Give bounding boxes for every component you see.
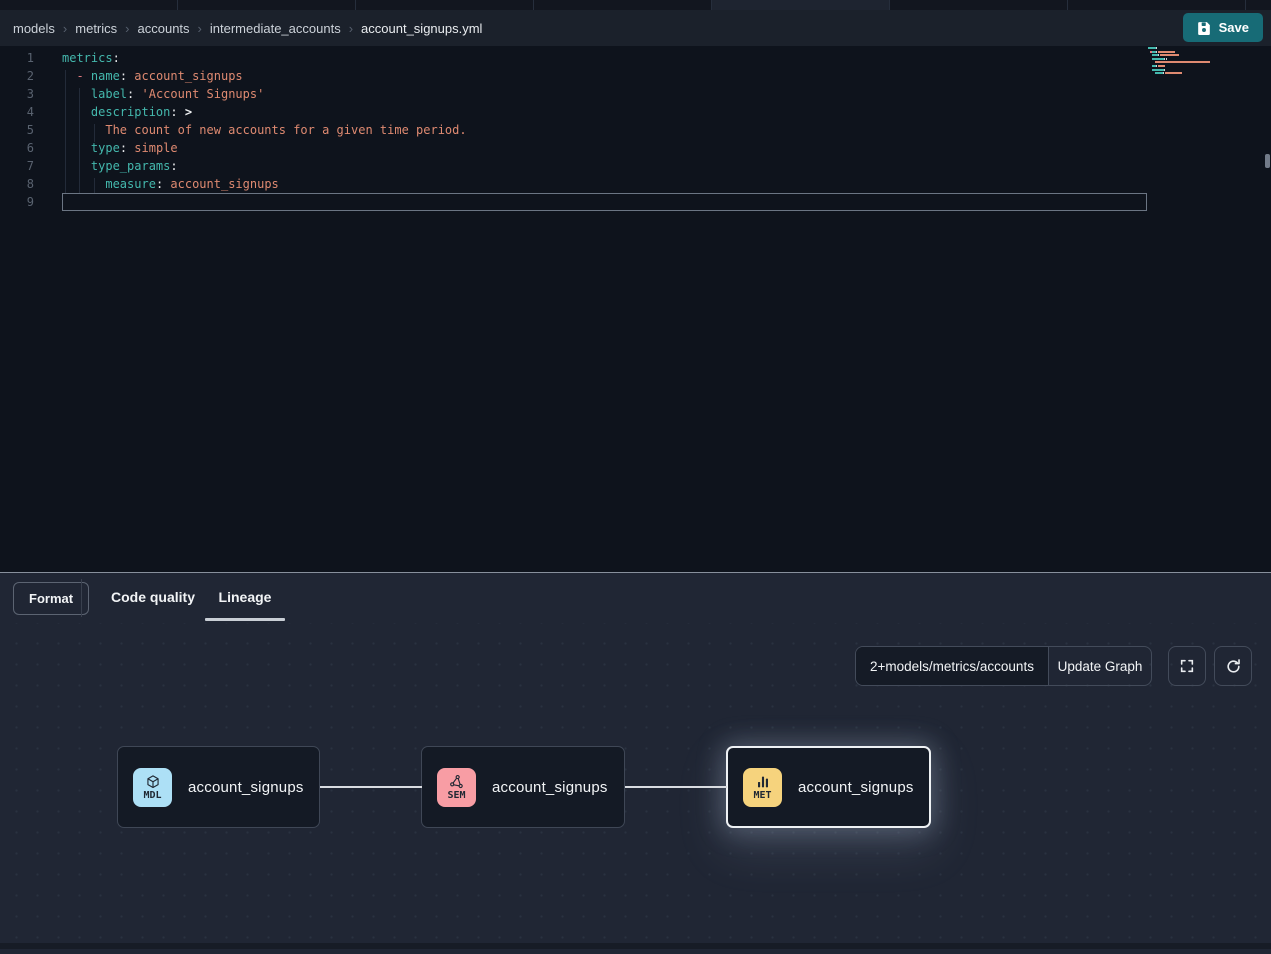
fullscreen-icon	[1179, 658, 1195, 674]
breadcrumb-item-file[interactable]: account_signups.yml	[361, 21, 482, 36]
top-tab-segment[interactable]	[712, 0, 890, 10]
lineage-edge	[320, 786, 422, 788]
top-tab-segment[interactable]	[890, 0, 1068, 10]
code-line-content	[34, 193, 62, 211]
top-tab-segment[interactable]	[1068, 0, 1246, 10]
save-button[interactable]: Save	[1183, 13, 1263, 42]
node-label: account_signups	[188, 779, 304, 796]
top-tab-segment[interactable]	[0, 0, 178, 10]
scrollbar-thumb[interactable]	[1265, 154, 1270, 168]
code-lines[interactable]: 1metrics:2 - name: account_signups3 labe…	[0, 49, 1271, 211]
code-line[interactable]: 3 label: 'Account Signups'	[0, 85, 1271, 103]
code-line-content: The count of new accounts for a given ti…	[34, 121, 467, 139]
code-line[interactable]: 5 The count of new accounts for a given …	[0, 121, 1271, 139]
node-label: account_signups	[492, 779, 608, 796]
node-type-tile: MDL	[133, 768, 172, 807]
breadcrumb: models › metrics › accounts › intermedia…	[0, 10, 1271, 46]
code-line[interactable]: 2 - name: account_signups	[0, 67, 1271, 85]
lineage-selector-input[interactable]	[856, 647, 1048, 685]
breadcrumb-item-models[interactable]: models	[13, 21, 55, 36]
update-graph-button[interactable]: Update Graph	[1048, 647, 1151, 685]
lineage-node-sem[interactable]: SEM account_signups	[421, 746, 625, 828]
chevron-right-icon: ›	[63, 21, 67, 36]
breadcrumb-item-metrics[interactable]: metrics	[75, 21, 117, 36]
refresh-button[interactable]	[1214, 646, 1252, 686]
chevron-right-icon: ›	[198, 21, 202, 36]
line-number: 4	[0, 103, 34, 121]
code-line[interactable]: 7 type_params:	[0, 157, 1271, 175]
fullscreen-button[interactable]	[1168, 646, 1206, 686]
bottom-panel: Format Code quality Lineage Update Graph…	[0, 572, 1271, 954]
indent-guide	[79, 88, 80, 193]
breadcrumb-item-intermediate-accounts[interactable]: intermediate_accounts	[210, 21, 341, 36]
code-line-content: type_params:	[34, 157, 178, 175]
top-tab-segment[interactable]	[356, 0, 534, 10]
line-number: 8	[0, 175, 34, 193]
breadcrumb-item-accounts[interactable]: accounts	[138, 21, 190, 36]
bar-chart-icon	[755, 774, 771, 790]
tab-code-quality[interactable]: Code quality	[105, 573, 201, 622]
node-type-badge: MET	[753, 790, 771, 801]
line-number: 7	[0, 157, 34, 175]
line-number: 1	[0, 49, 34, 67]
node-type-tile: SEM	[437, 768, 476, 807]
lineage-selector-group: Update Graph	[855, 646, 1152, 686]
code-line[interactable]: 8 measure: account_signups	[0, 175, 1271, 193]
format-button[interactable]: Format	[13, 582, 89, 615]
canvas-bottom-strip	[0, 943, 1271, 949]
network-icon	[449, 774, 465, 790]
lineage-node-met[interactable]: MET account_signups	[726, 746, 931, 828]
indent-guide	[65, 70, 66, 193]
code-line[interactable]: 4 description: >	[0, 103, 1271, 121]
tab-lineage[interactable]: Lineage	[205, 573, 285, 622]
code-line-content: measure: account_signups	[34, 175, 279, 193]
chevron-right-icon: ›	[349, 21, 353, 36]
code-line[interactable]: 6 type: simple	[0, 139, 1271, 157]
line-number: 2	[0, 67, 34, 85]
lineage-edge	[625, 786, 727, 788]
line-number: 9	[0, 193, 34, 211]
code-line-content: type: simple	[34, 139, 178, 157]
node-type-tile: MET	[743, 768, 782, 807]
refresh-icon	[1225, 658, 1242, 675]
top-tab-segment[interactable]	[178, 0, 356, 10]
chevron-right-icon: ›	[125, 21, 129, 36]
indent-guide	[94, 178, 95, 193]
top-tab-strip[interactable]	[0, 0, 1271, 10]
line-number: 3	[0, 85, 34, 103]
node-type-badge: MDL	[143, 790, 161, 801]
floppy-disk-icon	[1197, 21, 1211, 35]
code-editor[interactable]: 1metrics:2 - name: account_signups3 labe…	[0, 46, 1271, 572]
code-line-content: metrics:	[34, 49, 120, 67]
current-line-highlight	[62, 193, 1147, 211]
node-label: account_signups	[798, 779, 914, 796]
cube-icon	[145, 774, 161, 790]
node-type-badge: SEM	[447, 790, 465, 801]
divider	[81, 579, 82, 617]
line-number: 6	[0, 139, 34, 157]
top-tab-segment[interactable]	[534, 0, 712, 10]
line-number: 5	[0, 121, 34, 139]
code-line[interactable]: 1metrics:	[0, 49, 1271, 67]
indent-guide	[94, 124, 95, 142]
code-line-content: label: 'Account Signups'	[34, 85, 264, 103]
lineage-node-mdl[interactable]: MDL account_signups	[117, 746, 320, 828]
code-line-content: description: >	[34, 103, 192, 121]
minimap[interactable]	[1148, 47, 1212, 76]
